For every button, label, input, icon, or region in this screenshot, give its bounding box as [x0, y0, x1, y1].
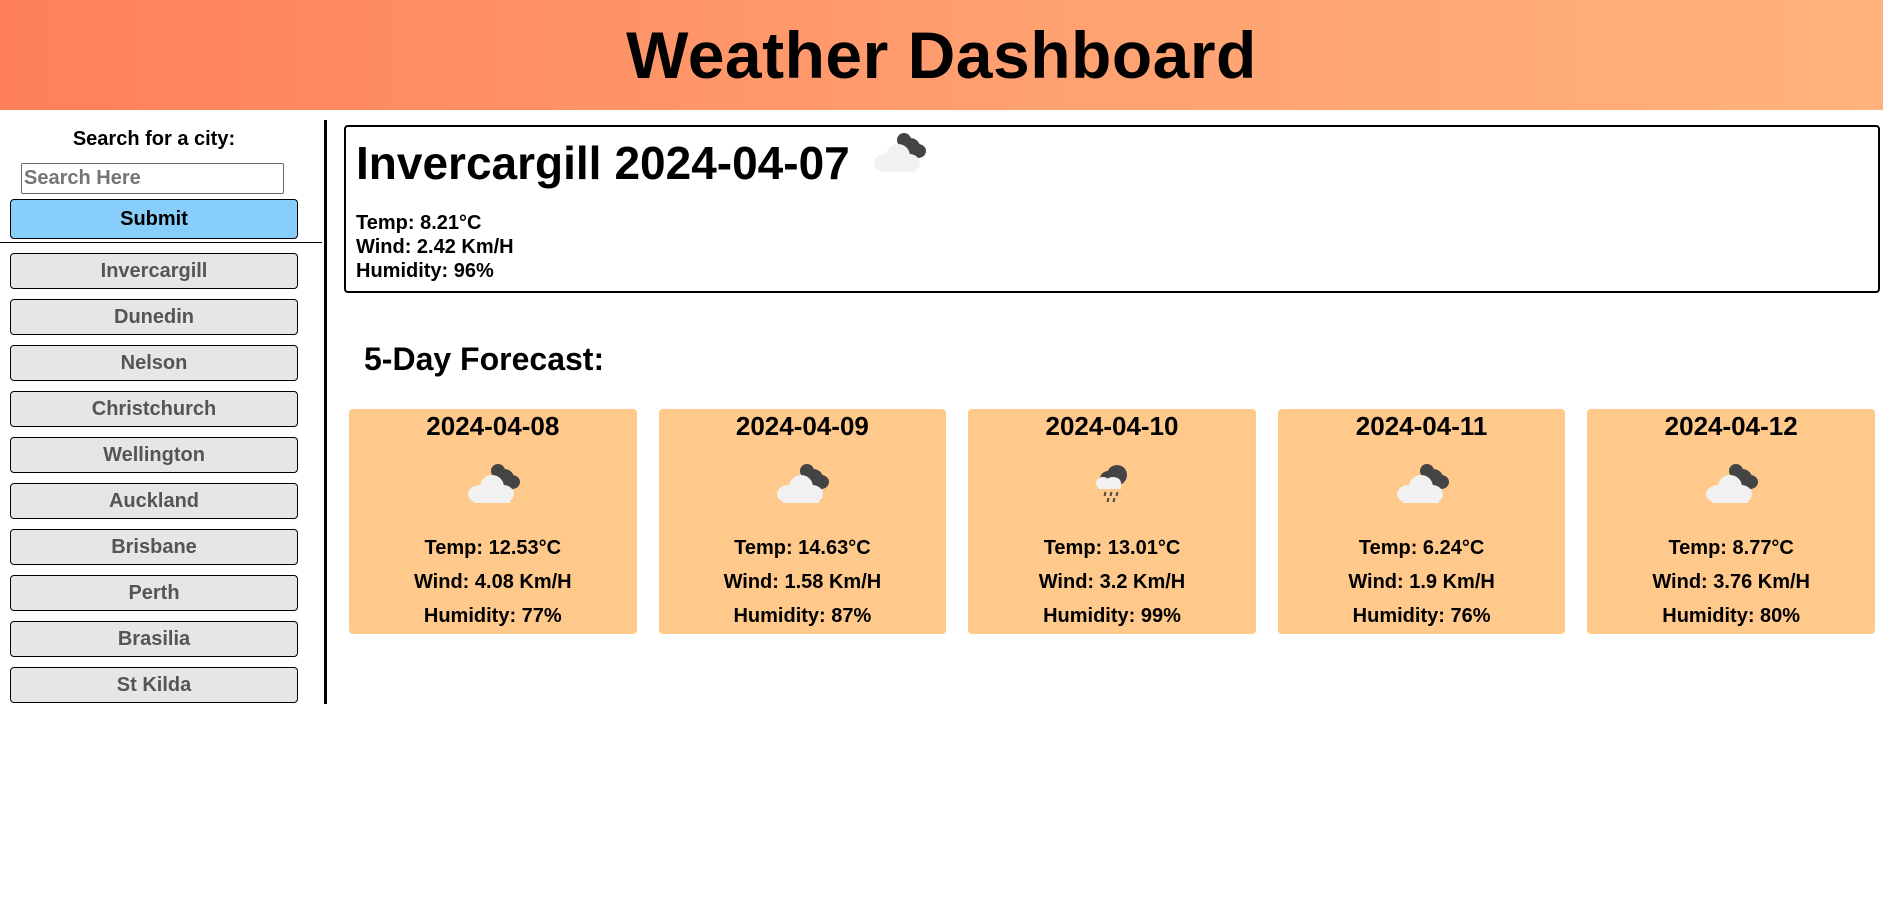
forecast-temp: Temp: 8.77°C: [1668, 537, 1794, 559]
city-button-auckland[interactable]: Auckland: [10, 483, 298, 519]
cloudy-icon: [659, 455, 947, 513]
cloudy-icon: [1278, 455, 1566, 513]
forecast-temp: Temp: 14.63°C: [734, 537, 871, 559]
current-date: 2024-04-07: [614, 137, 850, 189]
forecast-stats: Temp: 6.24°C Wind: 1.9 Km/H Humidity: 76…: [1278, 531, 1566, 633]
city-button-dunedin[interactable]: Dunedin: [10, 299, 298, 335]
forecast-temp: Temp: 6.24°C: [1358, 537, 1485, 559]
forecast-card: 2024-04-08 Temp: 12.53°C Wind: 4.08 Km/H…: [349, 409, 637, 634]
cloudy-icon: [1587, 455, 1875, 513]
page-title: Weather Dashboard: [626, 18, 1257, 92]
page-header: Weather Dashboard: [0, 0, 1883, 110]
forecast-card: 2024-04-10 Temp: 13.01°C Wind: 3.2 Km/H …: [968, 409, 1256, 634]
city-button-st-kilda[interactable]: St Kilda: [10, 667, 298, 703]
forecast-humidity: Humidity: 77%: [423, 605, 562, 627]
submit-button[interactable]: Submit: [10, 199, 298, 239]
forecast-date: 2024-04-09: [735, 411, 869, 441]
city-button-invercargill[interactable]: Invercargill: [10, 253, 298, 289]
forecast-humidity: Humidity: 87%: [733, 605, 872, 627]
forecast-stats: Temp: 8.77°C Wind: 3.76 Km/H Humidity: 8…: [1587, 531, 1875, 633]
forecast-date: 2024-04-11: [1355, 411, 1488, 441]
cloudy-icon: [868, 130, 930, 186]
forecast-stats: Temp: 12.53°C Wind: 4.08 Km/H Humidity: …: [349, 531, 637, 633]
forecast-date: 2024-04-08: [426, 411, 560, 441]
forecast-wind: Wind: 3.2 Km/H: [1038, 571, 1186, 593]
search-input[interactable]: [21, 163, 284, 194]
forecast-stats: Temp: 14.63°C Wind: 1.58 Km/H Humidity: …: [659, 531, 947, 633]
light-rain-icon: [968, 455, 1256, 513]
city-button-wellington[interactable]: Wellington: [10, 437, 298, 473]
current-weather-stats: Temp: 8.21°C Wind: 2.42 Km/H Humidity: 9…: [356, 211, 1868, 283]
current-city-name: Invercargill: [356, 137, 602, 189]
current-wind: Wind: 2.42 Km/H: [356, 236, 514, 258]
current-humidity: Humidity: 96%: [356, 260, 494, 282]
city-button-brasilia[interactable]: Brasilia: [10, 621, 298, 657]
forecast-wind: Wind: 3.76 Km/H: [1652, 571, 1810, 593]
forecast-wind: Wind: 1.9 Km/H: [1348, 571, 1495, 593]
forecast-card: 2024-04-09 Temp: 14.63°C Wind: 1.58 Km/H…: [658, 409, 947, 634]
city-button-brisbane[interactable]: Brisbane: [10, 529, 298, 565]
search-label: Search for a city:: [72, 128, 236, 150]
cloudy-icon: [349, 455, 637, 513]
forecast-humidity: Humidity: 99%: [1043, 605, 1181, 627]
sidebar: Search for a city: Submit Invercargill D…: [0, 120, 327, 704]
forecast-stats: Temp: 13.01°C Wind: 3.2 Km/H Humidity: 9…: [968, 531, 1256, 633]
forecast-humidity: Humidity: 76%: [1352, 605, 1491, 627]
forecast-date: 2024-04-10: [1045, 411, 1179, 441]
forecast-cards: 2024-04-08 Temp: 12.53°C Wind: 4.08 Km/H…: [349, 409, 1875, 634]
city-button-perth[interactable]: Perth: [10, 575, 298, 611]
forecast-humidity: Humidity: 80%: [1662, 605, 1801, 627]
city-button-christchurch[interactable]: Christchurch: [10, 391, 298, 427]
forecast-temp: Temp: 13.01°C: [1043, 537, 1181, 559]
city-button-nelson[interactable]: Nelson: [10, 345, 298, 381]
forecast-card: 2024-04-11 Temp: 6.24°C Wind: 1.9 Km/H H…: [1277, 409, 1566, 634]
forecast-card: 2024-04-12 Temp: 8.77°C Wind: 3.76 Km/H …: [1587, 409, 1875, 634]
forecast-temp: Temp: 12.53°C: [424, 537, 562, 559]
current-weather-title: Invercargill 2024-04-07: [356, 133, 1868, 189]
current-weather-panel: Invercargill 2024-04-07 Temp: 8.21°C Win…: [344, 125, 1880, 293]
search-history-list: Invercargill Dunedin Nelson Christchurch…: [10, 253, 298, 713]
current-temp: Temp: 8.21°C: [356, 212, 482, 234]
forecast-date: 2024-04-12: [1664, 411, 1798, 441]
forecast-heading: 5-Day Forecast:: [364, 341, 605, 377]
sidebar-divider: [0, 242, 322, 243]
forecast-wind: Wind: 4.08 Km/H: [413, 571, 572, 593]
forecast-wind: Wind: 1.58 Km/H: [723, 571, 882, 593]
